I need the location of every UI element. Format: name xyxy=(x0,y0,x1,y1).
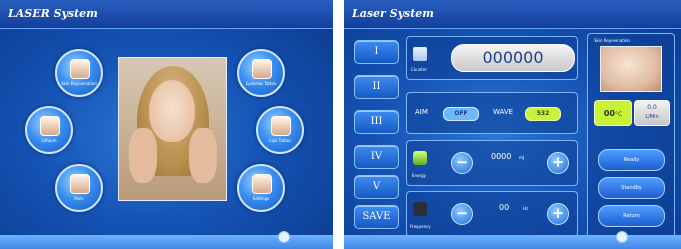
settings-icon xyxy=(252,174,272,194)
frequency-increase-button[interactable]: + xyxy=(547,203,569,225)
wave-label: WAVE xyxy=(493,108,514,116)
save-button[interactable]: SAVE xyxy=(354,205,399,229)
energy-icon xyxy=(413,151,427,165)
energy-increase-button[interactable]: + xyxy=(547,152,569,174)
frequency-panel: Frequency − 00 Hz + xyxy=(406,191,578,237)
home-dot-icon[interactable] xyxy=(616,231,628,243)
energy-label: Energy xyxy=(412,173,427,178)
face-shape xyxy=(149,80,195,142)
wave-selector[interactable]: 532 xyxy=(525,107,561,121)
ready-button[interactable]: Ready xyxy=(598,149,665,171)
lips-icon xyxy=(271,116,291,136)
mode-2-button[interactable]: II xyxy=(354,75,399,99)
portrait-image xyxy=(118,57,227,201)
menu-lithium-button[interactable]: Lithium xyxy=(25,106,73,154)
body-icon xyxy=(70,174,90,194)
bottom-bar xyxy=(344,231,681,249)
energy-unit: mJ xyxy=(519,155,525,160)
face-icon xyxy=(70,59,90,79)
app-title: LASER System xyxy=(8,7,98,20)
return-button[interactable]: Return xyxy=(598,205,665,227)
hand-left-shape xyxy=(129,128,157,183)
energy-value: 0000 xyxy=(491,152,512,161)
temperature-display: 00°C xyxy=(594,100,632,126)
counter-value: 000000 xyxy=(451,44,575,72)
menu-label: Eyebrow Tattoo xyxy=(245,81,277,86)
skin-title: Skin Rejuvenation xyxy=(594,38,630,43)
skin-rejuvenation-panel: Skin Rejuvenation 00°C 0.0 L/Min Ready S… xyxy=(587,33,675,241)
energy-decrease-button[interactable]: − xyxy=(451,152,473,174)
frequency-label: Frequency xyxy=(410,224,431,229)
laser-control-screen: Laser System I II III IV V SAVE Counter … xyxy=(344,0,681,249)
main-menu-screen: LASER System Skin Rejuvenation Eyebrow T… xyxy=(0,0,333,249)
hands-icon xyxy=(40,116,60,136)
frequency-value: 00 xyxy=(499,203,510,212)
menu-lips-tattoo-button[interactable]: Lips Tattoo xyxy=(256,106,304,154)
flow-value: 0.0 xyxy=(647,104,657,111)
aim-toggle[interactable]: OFF xyxy=(443,107,479,121)
frequency-unit: Hz xyxy=(523,206,529,211)
temperature-unit: °C xyxy=(614,111,623,118)
mode-3-button[interactable]: III xyxy=(354,110,399,134)
aim-wave-panel: AIM OFF WAVE 532 xyxy=(406,92,578,134)
menu-mole-button[interactable]: Mole xyxy=(55,164,103,212)
aim-label: AIM xyxy=(415,108,428,116)
menu-eyebrow-tattoo-button[interactable]: Eyebrow Tattoo xyxy=(237,49,285,97)
flow-display: 0.0 L/Min xyxy=(634,100,670,126)
eyebrow-icon xyxy=(252,59,272,79)
flow-unit: L/Min xyxy=(645,114,659,120)
menu-label: Mole xyxy=(74,196,84,201)
hand-right-shape xyxy=(189,128,217,183)
mode-1-button[interactable]: I xyxy=(354,40,399,64)
menu-settings-button[interactable]: Settings xyxy=(237,164,285,212)
mode-5-button[interactable]: V xyxy=(354,175,399,199)
menu-label: Lips Tattoo xyxy=(269,138,291,143)
menu-skin-rejuvenation-button[interactable]: Skin Rejuvenation xyxy=(55,49,103,97)
skin-image xyxy=(600,46,662,92)
counter-icon xyxy=(413,47,427,61)
menu-label: Skin Rejuvenation xyxy=(61,81,97,86)
temperature-value: 00 xyxy=(603,109,615,118)
energy-panel: Energy − 0000 mJ + xyxy=(406,140,578,186)
app-title: Laser System xyxy=(352,7,434,20)
frequency-decrease-button[interactable]: − xyxy=(451,203,473,225)
home-dot-icon[interactable] xyxy=(278,231,290,243)
bottom-bar xyxy=(0,231,333,249)
counter-panel: Counter 000000 xyxy=(406,36,578,80)
menu-label: Settings xyxy=(252,196,270,201)
mode-4-button[interactable]: IV xyxy=(354,145,399,169)
menu-label: Lithium xyxy=(41,138,57,143)
frequency-icon xyxy=(413,202,427,216)
title-bar: Laser System xyxy=(344,0,681,29)
title-bar: LASER System xyxy=(0,0,333,29)
standby-button[interactable]: Standby xyxy=(598,177,665,199)
counter-label: Counter xyxy=(411,67,427,72)
